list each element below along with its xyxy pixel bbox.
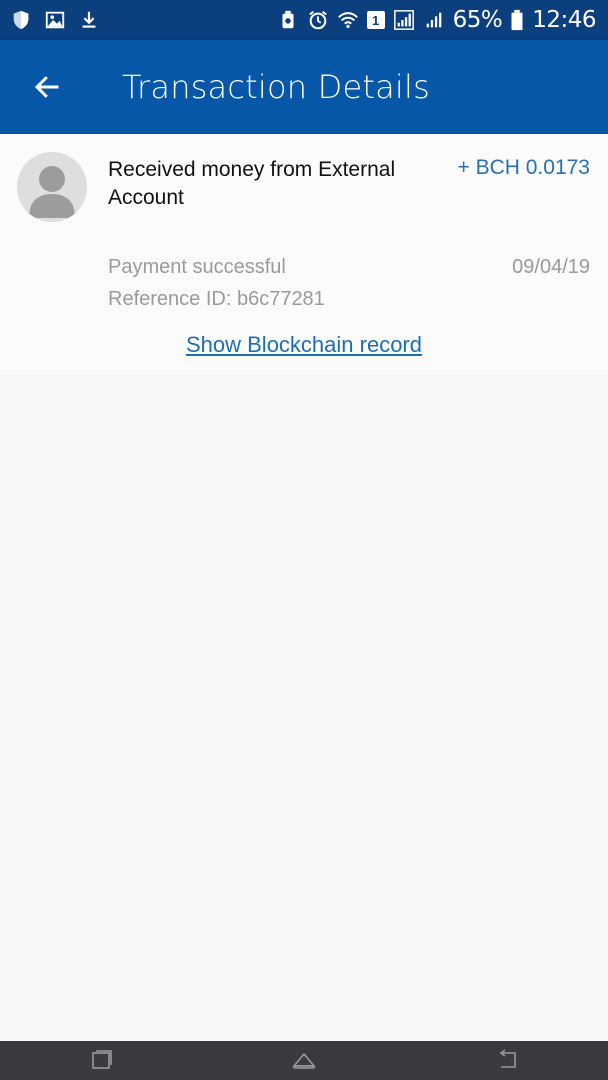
blockchain-link-row: Show Blockchain record	[0, 332, 608, 358]
avatar	[17, 152, 87, 222]
recycle-icon	[277, 9, 299, 31]
reference-id: Reference ID: b6c77281	[108, 288, 325, 310]
back-arrow-icon	[34, 76, 59, 98]
signal-icon	[393, 9, 415, 31]
payment-status: Payment successful	[108, 256, 286, 278]
recents-icon	[92, 1050, 112, 1069]
transaction-amount: + BCH 0.0173	[457, 156, 590, 179]
app-bar: Transaction Details	[0, 40, 608, 134]
transaction-title: Received money from External Account	[108, 158, 396, 209]
shield-icon	[10, 9, 32, 31]
system-nav-bar	[0, 1041, 608, 1080]
download-icon	[78, 9, 100, 31]
recents-button[interactable]	[90, 1049, 114, 1071]
battery-icon	[510, 9, 524, 31]
transaction-date: 09/04/19	[512, 256, 590, 278]
nav-back-icon	[499, 1049, 516, 1068]
alarm-icon	[307, 9, 329, 31]
clock: 12:46	[532, 7, 596, 33]
home-button[interactable]	[292, 1049, 316, 1071]
show-blockchain-record-link[interactable]: Show Blockchain record	[186, 332, 422, 357]
back-button[interactable]	[22, 64, 72, 110]
wifi-icon	[337, 9, 359, 31]
home-icon	[292, 1052, 316, 1069]
sim-1-icon: 1	[366, 11, 385, 29]
image-icon	[44, 9, 66, 31]
user-avatar-icon	[17, 152, 87, 222]
page-title: Transaction Details	[122, 68, 430, 106]
transaction-card: Received money from External Account + B…	[0, 134, 608, 374]
nav-back-button[interactable]	[496, 1049, 520, 1071]
battery-percent: 65%	[452, 7, 503, 33]
signal-icon-2	[423, 9, 445, 31]
status-bar: 1 65% 12:46	[0, 0, 608, 40]
